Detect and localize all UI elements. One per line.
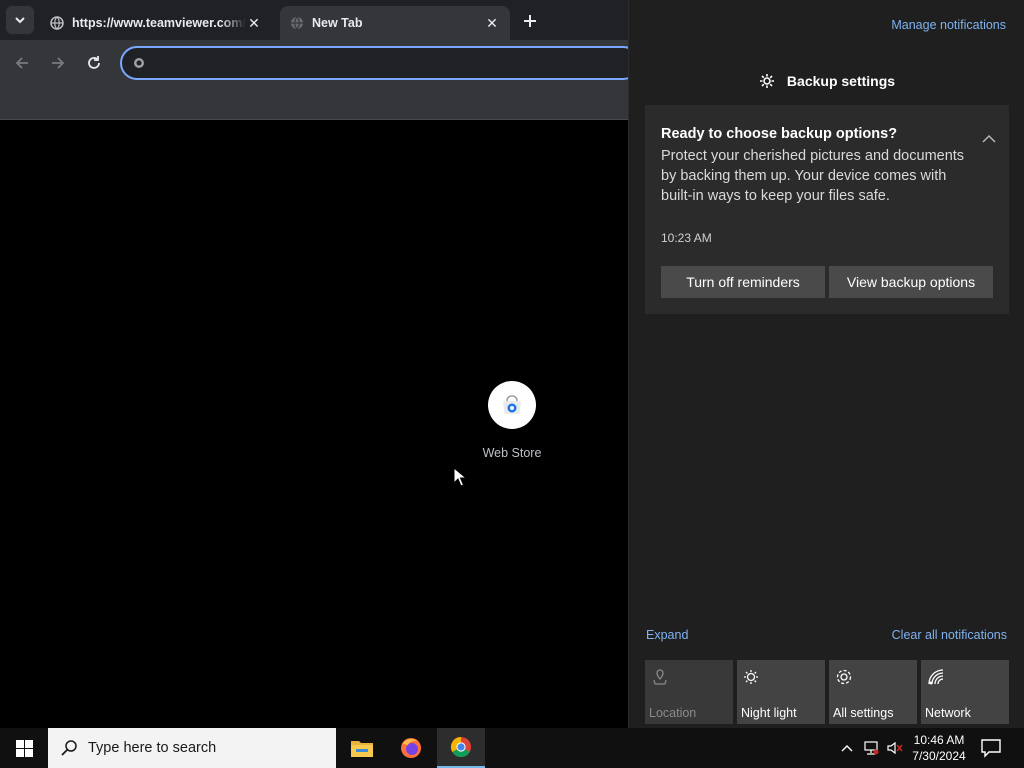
notification-title: Ready to choose backup options? [661,126,898,142]
arrow-right-icon [52,57,65,69]
shortcut-label: Web Store [482,446,542,460]
web-store-icon [503,395,521,414]
notification-center-icon[interactable] [980,738,1002,758]
shortcut-tile [488,381,536,429]
quick-action-location[interactable]: Location [645,660,733,724]
desktop-screen: https://www.teamviewer.com/ ✕ New Tab ✕ [0,0,1024,768]
clock-time: 10:46 AM [913,733,965,747]
globe-icon [50,16,64,30]
turn-off-reminders-button[interactable]: Turn off reminders [661,266,825,298]
address-input[interactable] [154,52,614,74]
search-placeholder: Type here to search [88,740,217,756]
tab-title: New Tab [312,16,363,30]
forward-button[interactable] [47,52,69,74]
taskbar-firefox[interactable] [387,728,435,768]
expand-link[interactable]: Expand [646,628,688,642]
network-icon [928,669,944,685]
taskbar-search-box[interactable]: Type here to search [48,728,336,768]
back-button[interactable] [11,52,33,74]
clock-date: 7/30/2024 [912,749,966,763]
network-status-icon[interactable] [863,740,879,756]
tab-teamviewer[interactable]: https://www.teamviewer.com/ ✕ [40,6,272,40]
settings-icon [836,669,852,685]
globe-icon [291,16,303,30]
chrome-icon [450,736,471,758]
volume-muted-icon[interactable] [887,740,903,756]
quick-action-all-settings[interactable]: All settings [829,660,917,724]
close-tab-icon[interactable]: ✕ [246,15,262,31]
notification-group-title: Backup settings [786,73,896,89]
site-info-icon [134,58,144,68]
clear-all-notifications-link[interactable]: Clear all notifications [892,628,1007,642]
manage-notifications-link[interactable]: Manage notifications [891,18,1006,32]
quick-action-label: Network [925,706,971,720]
windows-logo-icon [15,739,33,757]
reload-icon [88,56,100,69]
address-bar[interactable] [120,46,640,80]
taskbar-clock[interactable]: 10:46 AM 7/30/2024 [906,732,972,764]
backup-notification[interactable]: Ready to choose backup options? Protect … [645,105,1009,314]
quick-action-label: Night light [741,706,797,720]
start-button[interactable] [0,728,48,768]
chrome-window: https://www.teamviewer.com/ ✕ New Tab ✕ [0,0,640,728]
close-tab-icon[interactable]: ✕ [484,15,500,31]
action-center-panel: Manage notifications Backup settings Rea… [628,0,1024,728]
chevron-up-icon[interactable] [981,133,997,145]
night-light-icon [744,670,758,684]
shortcut-web-store[interactable]: Web Store [476,381,548,460]
location-icon [653,669,667,685]
taskbar-file-explorer[interactable] [338,728,386,768]
tab-search-button[interactable] [6,6,34,34]
quick-action-night-light[interactable]: Night light [737,660,825,724]
search-icon [61,740,77,756]
reload-button[interactable] [83,52,105,74]
quick-action-network[interactable]: Network [921,660,1009,724]
mouse-cursor-icon [453,467,467,487]
plus-icon [524,15,536,27]
new-tab-button[interactable] [518,9,542,33]
notification-group-header[interactable]: Backup settings [629,73,1024,89]
arrow-left-icon [15,57,28,69]
notification-body: Protect your cherished pictures and docu… [661,148,965,204]
chevron-up-icon[interactable] [839,740,855,756]
chevron-down-icon [15,17,25,24]
tab-strip: https://www.teamviewer.com/ ✕ New Tab ✕ [0,0,628,40]
view-backup-options-button[interactable]: View backup options [829,266,993,298]
tab-title: https://www.teamviewer.com/ [72,16,246,30]
firefox-icon [401,738,421,758]
tab-new-tab[interactable]: New Tab ✕ [280,6,510,40]
file-explorer-icon [351,741,373,757]
browser-toolbar [0,40,640,86]
bookmarks-bar [0,86,628,120]
quick-action-label: Location [649,706,697,720]
notification-time: 10:23 AM [661,231,712,245]
taskbar-chrome[interactable] [437,728,485,768]
quick-action-label: All settings [833,706,894,720]
gear-icon [759,74,774,88]
taskbar: Type here to search 10:46 AM 7/30/2024 [0,728,1024,768]
